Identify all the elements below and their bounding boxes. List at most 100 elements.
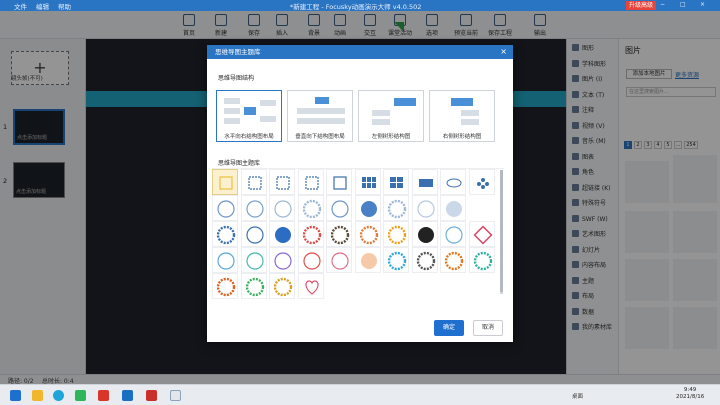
theme-shape-icon	[473, 251, 492, 271]
minimize-button[interactable]: −	[660, 1, 665, 8]
theme-shape-icon	[333, 176, 347, 190]
library-heading: 思维导图主题库	[218, 160, 261, 167]
ok-button[interactable]: 确定	[434, 320, 464, 336]
cancel-button[interactable]: 取消	[473, 320, 503, 336]
right-tree-diagram-icon	[451, 98, 479, 125]
maximize-button[interactable]: □	[680, 1, 686, 8]
theme-thumbnail[interactable]	[383, 247, 409, 273]
theme-thumbnail[interactable]	[269, 247, 295, 273]
layout-vertical-down[interactable]: 垂直向下结构图布局	[287, 90, 353, 142]
theme-thumbnail[interactable]	[411, 221, 438, 247]
close-button[interactable]: ×	[700, 1, 705, 8]
theme-shape-icon	[361, 177, 376, 188]
theme-thumbnail[interactable]	[269, 273, 295, 299]
theme-thumbnail[interactable]	[411, 169, 438, 195]
theme-thumbnail[interactable]	[440, 195, 466, 221]
mindmap-theme-dialog: 思维导图主题库 × 思维导图结构 水平向右结构图布局 垂直向下结构图布局 左侧树…	[207, 45, 513, 342]
title-bar: 文件 编辑 帮助 *新建工程 - Focusky动画演示大师 v4.0.502 …	[0, 0, 720, 11]
theme-thumbnail[interactable]	[269, 169, 295, 195]
theme-shape-icon	[418, 179, 433, 187]
theme-thumbnail[interactable]	[411, 247, 438, 273]
theme-shape-icon	[304, 176, 319, 190]
menu-edit[interactable]: 编辑	[36, 1, 49, 11]
theme-thumbnail[interactable]	[240, 221, 267, 247]
theme-thumbnail[interactable]	[297, 169, 324, 195]
theme-shape-icon	[217, 200, 235, 218]
theme-shape-icon	[416, 251, 435, 271]
theme-thumbnail[interactable]	[212, 169, 238, 195]
theme-shape-icon	[217, 252, 235, 270]
theme-thumbnail[interactable]	[240, 273, 267, 299]
theme-shape-icon	[216, 277, 236, 297]
theme-thumbnail[interactable]	[383, 221, 409, 247]
theme-shape-icon	[219, 176, 233, 190]
theme-shape-icon	[331, 252, 349, 270]
theme-shape-icon	[302, 225, 321, 245]
theme-thumbnail[interactable]	[269, 221, 295, 247]
theme-thumbnail[interactable]	[354, 247, 381, 273]
theme-thumbnail[interactable]	[212, 221, 238, 247]
window-title: *新建工程 - Focusky动画演示大师 v4.0.502	[290, 3, 422, 11]
theme-thumbnail[interactable]	[354, 221, 381, 247]
theme-shape-icon	[360, 253, 377, 269]
layout-left-tree[interactable]: 左侧树形结构图	[358, 90, 424, 142]
theme-thumbnail[interactable]	[468, 221, 495, 247]
focusky-icon[interactable]	[170, 390, 181, 401]
close-icon[interactable]: ×	[500, 47, 507, 57]
theme-thumbnail[interactable]	[212, 273, 238, 299]
theme-shape-icon	[387, 199, 407, 219]
desktop-label[interactable]: 桌面	[572, 392, 583, 400]
theme-shape-icon	[274, 252, 292, 270]
theme-thumbnail[interactable]	[440, 169, 466, 195]
theme-shape-icon	[446, 178, 462, 188]
theme-shape-icon	[360, 201, 377, 217]
theme-thumbnail[interactable]	[240, 195, 267, 221]
theme-thumbnail[interactable]	[468, 247, 495, 273]
structure-heading: 思维导图结构	[218, 75, 255, 82]
layout-right-tree[interactable]: 右侧树形结构图	[429, 90, 495, 142]
file-explorer-icon[interactable]	[32, 390, 43, 401]
theme-thumbnail[interactable]	[468, 169, 495, 195]
theme-shape-icon	[273, 277, 293, 297]
theme-thumbnail[interactable]	[411, 195, 438, 221]
theme-thumbnail[interactable]	[354, 169, 381, 195]
theme-shape-icon	[331, 200, 349, 218]
theme-thumbnail[interactable]	[326, 169, 352, 195]
wps-office-icon[interactable]	[146, 390, 157, 401]
upgrade-button[interactable]: 升级高级	[626, 1, 657, 10]
wechat-icon[interactable]	[75, 390, 86, 401]
theme-thumbnail[interactable]	[240, 247, 267, 273]
theme-thumbnail[interactable]	[326, 221, 352, 247]
theme-shape-icon	[445, 226, 463, 244]
edge-browser-icon[interactable]	[53, 390, 64, 401]
theme-thumbnail[interactable]	[440, 247, 466, 273]
theme-thumbnail[interactable]	[383, 169, 409, 195]
theme-thumbnail[interactable]	[297, 273, 324, 299]
layout-horizontal-right[interactable]: 水平向右结构图布局	[216, 90, 282, 142]
theme-shape-icon	[387, 225, 407, 245]
theme-shape-icon	[359, 225, 378, 245]
wps-icon[interactable]	[98, 390, 109, 401]
theme-thumbnail[interactable]	[269, 195, 295, 221]
theme-shape-icon	[302, 199, 321, 219]
menu-file[interactable]: 文件	[14, 1, 27, 11]
photoshop-icon[interactable]	[122, 390, 133, 401]
theme-thumbnail[interactable]	[440, 221, 466, 247]
theme-thumbnail[interactable]	[212, 247, 238, 273]
clock[interactable]: 9:49 2021/8/16	[676, 387, 704, 401]
theme-thumbnail[interactable]	[297, 195, 324, 221]
menu-help[interactable]: 帮助	[58, 1, 71, 11]
theme-thumbnail[interactable]	[383, 195, 409, 221]
windows-start-icon[interactable]	[10, 390, 21, 401]
theme-thumbnail[interactable]	[212, 195, 238, 221]
theme-thumbnail[interactable]	[240, 169, 267, 195]
theme-thumbnail[interactable]	[297, 221, 324, 247]
theme-shape-icon	[330, 225, 350, 245]
scrollbar-thumb[interactable]	[500, 170, 503, 292]
theme-thumbnail[interactable]	[297, 247, 324, 273]
theme-thumbnail[interactable]	[326, 195, 352, 221]
theme-thumbnail[interactable]	[354, 195, 381, 221]
theme-grid-scrollbar[interactable]	[500, 170, 503, 294]
theme-thumbnail[interactable]	[326, 247, 352, 273]
theme-shape-icon	[472, 225, 493, 245]
